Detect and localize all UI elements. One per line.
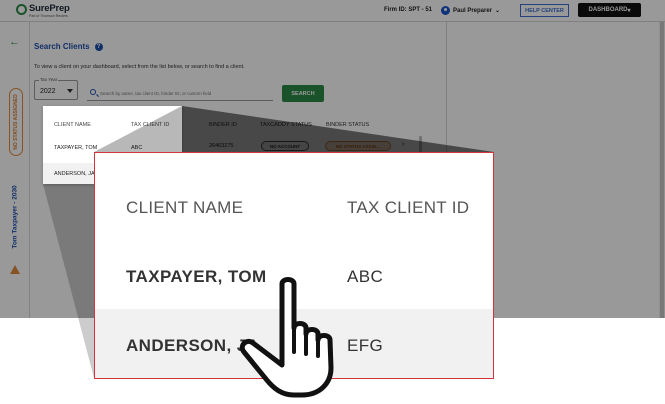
column-header-tax-client-id[interactable]: TAX CLIENT ID [131, 122, 169, 128]
client-name-cell[interactable]: ANDERSON, JA [54, 171, 95, 177]
column-header-client-name[interactable]: CLIENT NAME [54, 122, 91, 128]
hand-outline [239, 277, 334, 398]
zoom-header-client-name: CLIENT NAME [126, 198, 244, 217]
zoom-header-tax-client-id: TAX CLIENT ID [347, 198, 470, 217]
tax-client-id-cell: ABC [131, 145, 143, 151]
tutorial-screenshot: SurePrep Part of Thomson Reuters Firm ID… [0, 0, 665, 404]
client-name-cell[interactable]: TAXPAYER, TOM [54, 145, 97, 151]
pointing-hand-cursor-icon [239, 277, 334, 398]
